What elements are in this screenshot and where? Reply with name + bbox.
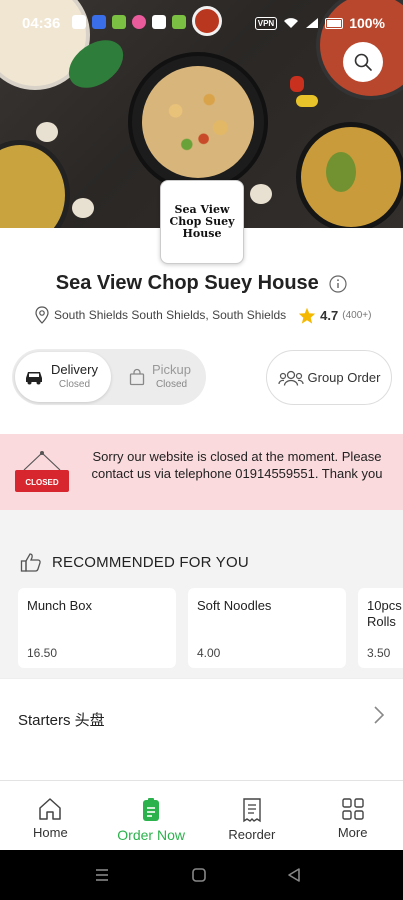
nav-more[interactable]: More [302,781,403,850]
battery-icon [325,17,344,29]
car-icon [26,372,42,385]
recommended-card[interactable]: Soft Noodles 4.00 [188,588,346,668]
nav-label: More [337,825,368,840]
signal-icon [306,18,319,28]
delivery-status: Closed [58,379,91,390]
vpn-icon: VPN [254,16,278,30]
pepper-decoration [296,95,318,107]
pickup-label: Pickup [152,362,192,377]
recommended-title: RECOMMENDED FOR YOU [52,553,249,571]
item-name: 10pcs Rolls [367,598,402,629]
order-icon [143,798,160,821]
closed-banner: CLOSED Sorry our website is closed at th… [0,434,403,510]
item-price: 4.00 [197,646,221,660]
location-row: South Shields South Shields, South Shiel… [34,306,371,324]
delivery-label: Delivery [51,362,98,377]
star-icon [299,307,316,324]
app-icon [92,15,106,29]
android-icon [172,15,186,29]
rating-value: 4.7 [320,307,339,323]
garlic-decoration [250,184,272,204]
grid-icon [341,798,364,820]
fried-rice-plate [128,52,268,192]
nav-reorder[interactable]: Reorder [202,781,303,850]
nav-home[interactable]: Home [0,781,101,850]
noodle-plate-decoration [296,122,403,228]
app-icon [132,15,146,29]
item-price: 3.50 [367,646,391,660]
notification-icons [72,15,186,29]
garlic-decoration [72,198,94,218]
location-text: South Shields South Shields, South Shiel… [54,308,287,322]
restaurant-title-row: Sea View Chop Suey House [0,272,403,295]
thumbs-up-icon [20,553,41,572]
chevron-right-icon [374,706,385,724]
item-name: Soft Noodles [197,598,272,613]
settings-icon [72,15,86,29]
nav-label: Home [33,825,68,840]
home-button-icon[interactable] [191,867,207,883]
recommended-section: RECOMMENDED FOR YOU Munch Box 16.50 Soft… [0,534,403,678]
pepper-decoration [290,76,304,92]
rating-count: (400+) [342,309,372,321]
recommended-cards: Munch Box 16.50 Soft Noodles 4.00 10pcs … [18,588,403,668]
group-order-button[interactable]: Group Order [266,350,392,405]
closed-sign-icon: CLOSED [15,451,69,492]
noodle-plate-decoration [0,140,70,228]
nav-label: Order Now [117,827,185,843]
category-row[interactable]: Starters 头盘 [0,678,403,756]
closed-message: Sorry our website is closed at the momen… [91,449,383,481]
back-icon[interactable] [286,867,302,883]
order-mode-toggle: Delivery Closed Pickup Closed [12,349,206,405]
system-navigation-bar [0,850,403,900]
group-order-label: Group Order [307,370,381,385]
rating: 4.7 (400+) [298,307,371,324]
recommended-card[interactable]: Munch Box 16.50 [18,588,176,668]
garlic-decoration [36,122,58,142]
home-icon [39,798,62,820]
pickup-option[interactable]: Pickup Closed [122,352,206,402]
app-icon [152,15,166,29]
location-pin-icon [35,306,49,324]
recents-icon[interactable] [94,867,110,883]
wifi-icon [284,18,299,28]
status-right: VPN 100% [254,15,385,31]
logo-text: Sea View Chop Suey House [169,203,235,240]
section-spacer [0,510,403,534]
nav-order-now[interactable]: Order Now [101,781,202,850]
android-icon [112,15,126,29]
restaurant-logo: Sea View Chop Suey House [160,180,244,264]
group-icon [277,370,304,386]
recommended-header: RECOMMENDED FOR YOU [20,552,249,572]
search-button[interactable] [343,42,383,82]
status-bar: 04:36 VPN 100% [0,0,403,48]
item-name: Munch Box [27,598,93,613]
recommended-card[interactable]: 10pcs Rolls 3.50 [358,588,403,668]
bottom-navigation: Home Order Now Reorder More [0,780,403,850]
category-label: Starters 头盘 [18,712,105,729]
search-icon [354,53,372,71]
restaurant-name: Sea View Chop Suey House [55,272,319,294]
info-icon[interactable] [329,274,347,293]
receipt-icon [243,798,261,823]
item-price: 16.50 [27,646,58,660]
closed-sign-text: CLOSED [25,478,59,487]
bag-icon [129,368,145,386]
status-time: 04:36 [22,15,61,32]
nav-label: Reorder [228,827,276,842]
delivery-option[interactable]: Delivery Closed [15,352,111,402]
pickup-status: Closed [155,379,188,390]
battery-percent: 100% [349,15,385,31]
